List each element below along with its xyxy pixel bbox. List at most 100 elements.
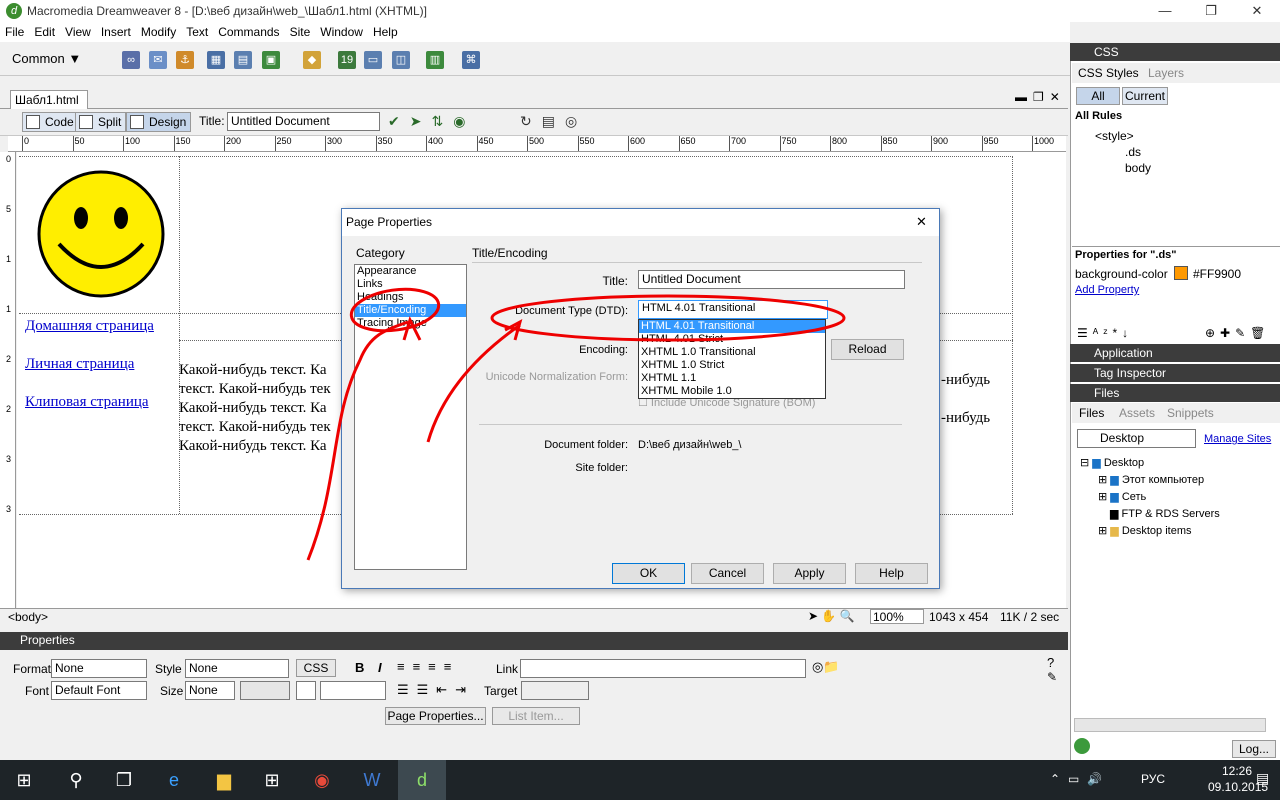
menu-site[interactable]: Site (285, 22, 316, 42)
templates-icon[interactable]: ▥ (426, 51, 444, 69)
document-window-controls[interactable]: ▬❐✕ (1015, 90, 1066, 104)
css-property-value[interactable]: #FF9900 (1193, 267, 1241, 281)
tag-chooser-icon[interactable]: ◫ (392, 51, 410, 69)
folder-icon[interactable]: ◎📁 (812, 659, 840, 675)
bold-button[interactable]: B (355, 660, 364, 675)
split-view-button[interactable]: Split (75, 112, 127, 132)
menu-view[interactable]: View (60, 22, 96, 42)
css-rule-ds[interactable]: .ds (1125, 145, 1141, 159)
italic-button[interactable]: I (378, 660, 382, 675)
category-headings[interactable]: Headings (355, 291, 466, 304)
menu-edit[interactable]: Edit (29, 22, 60, 42)
reload-button[interactable]: Reload (831, 339, 904, 360)
menu-window[interactable]: Window (315, 22, 368, 42)
windows-start-icon[interactable]: ⊞ (0, 760, 48, 800)
file-explorer-icon[interactable]: ▆ (200, 760, 248, 800)
dreamweaver-taskbar-icon[interactable]: d (398, 760, 446, 800)
files-panel-header[interactable]: Files (1070, 384, 1280, 402)
page-properties-button[interactable]: Page Properties... (385, 707, 486, 725)
nav-link-home[interactable]: Домашняя страница (25, 318, 154, 335)
css-rule-style[interactable]: <style> (1095, 129, 1134, 143)
dtd-select[interactable]: HTML 4.01 Transitional (638, 300, 828, 319)
email-link-icon[interactable]: ✉ (149, 51, 167, 69)
media-icon[interactable]: ◆ (303, 51, 321, 69)
ok-button[interactable]: OK (612, 563, 685, 584)
css-divider[interactable] (1072, 246, 1280, 247)
tree-item-ftp[interactable]: ▆ FTP & RDS Servers (1080, 506, 1220, 523)
connect-icon[interactable] (1074, 738, 1090, 754)
menu-file[interactable]: File (0, 22, 29, 42)
notifications-icon[interactable]: ▤ (1256, 770, 1269, 787)
menu-modify[interactable]: Modify (136, 22, 181, 42)
edge-icon[interactable]: e (150, 760, 198, 800)
help-icon[interactable]: ? (1047, 655, 1054, 670)
category-appearance[interactable]: Appearance (355, 265, 466, 278)
minimize-button[interactable]: — (1142, 0, 1188, 22)
list-indent-icons[interactable]: ☰☰⇤⇥ (397, 682, 474, 698)
hyperlink-icon[interactable]: ∞ (122, 51, 140, 69)
quick-tag-editor-icon[interactable]: ✎ (1047, 670, 1057, 684)
font-select[interactable]: Default Font (51, 681, 147, 700)
manage-sites-link[interactable]: Manage Sites (1204, 433, 1271, 445)
css-view-icons[interactable]: ☰ᴬᶻ*↓ (1077, 326, 1133, 340)
tag-icon[interactable]: ⌘ (462, 51, 480, 69)
align-icons[interactable]: ≡≡≡≡ (397, 659, 459, 674)
menu-commands[interactable]: Commands (213, 22, 284, 42)
target-select[interactable] (521, 681, 589, 700)
site-select[interactable]: Desktop (1077, 429, 1196, 448)
help-button[interactable]: Help (855, 563, 928, 584)
tab-snippets[interactable]: Snippets (1167, 406, 1214, 420)
tab-layers[interactable]: Layers (1148, 66, 1184, 80)
tab-assets[interactable]: Assets (1119, 406, 1155, 420)
close-button[interactable]: ✕ (1234, 0, 1280, 22)
dtd-option[interactable]: XHTML 1.1 (639, 372, 825, 385)
list-item-button[interactable]: List Item... (492, 707, 580, 725)
date-icon[interactable]: 19 (338, 51, 356, 69)
add-property-link[interactable]: Add Property (1075, 284, 1139, 296)
category-title-encoding[interactable]: Title/Encoding (355, 304, 466, 317)
task-view-icon[interactable]: ❐ (100, 760, 148, 800)
insert-category-dropdown[interactable]: Common ▼ (12, 51, 81, 66)
tree-item-desktop-items[interactable]: ⊞ ▆ Desktop items (1080, 523, 1220, 540)
size-select[interactable]: None (185, 681, 235, 700)
format-select[interactable]: None (51, 659, 147, 678)
css-action-icons[interactable]: ⊕✚✎🗑 (1205, 326, 1270, 340)
language-indicator[interactable]: РУС (1141, 772, 1165, 786)
log-button[interactable]: Log... (1232, 740, 1276, 758)
css-rule-body[interactable]: body (1125, 161, 1151, 175)
dtd-option[interactable]: XHTML Mobile 1.0 (639, 385, 825, 398)
color-input[interactable] (320, 681, 386, 700)
tab-files[interactable]: Files (1079, 406, 1104, 420)
tree-item-desktop[interactable]: ⊟ ▆ Desktop (1080, 455, 1220, 472)
dtd-option[interactable]: HTML 4.01 Transitional (639, 320, 825, 333)
nav-link-personal[interactable]: Личная страница (25, 356, 134, 373)
word-icon[interactable]: W (348, 760, 396, 800)
css-panel-header[interactable]: CSS (1070, 43, 1280, 61)
color-picker[interactable] (296, 681, 316, 700)
refresh-icon[interactable]: ↻▤◎ (520, 113, 600, 131)
image-icon[interactable]: ▣ (262, 51, 280, 69)
store-icon[interactable]: ⊞ (248, 760, 296, 800)
application-panel-header[interactable]: Application (1070, 344, 1280, 362)
tree-item-network[interactable]: ⊞ ▆ Сеть (1080, 489, 1220, 506)
files-hscrollbar[interactable] (1074, 718, 1266, 732)
tree-item-computer[interactable]: ⊞ ▆ Этот компьютер (1080, 472, 1220, 489)
css-property-name[interactable]: background-color (1075, 267, 1168, 281)
menu-insert[interactable]: Insert (96, 22, 136, 42)
size-unit-select[interactable] (240, 681, 290, 700)
dtd-option[interactable]: XHTML 1.0 Transitional (639, 346, 825, 359)
dialog-close-icon[interactable]: ✕ (916, 214, 927, 230)
color-swatch[interactable] (1174, 266, 1188, 280)
cancel-button[interactable]: Cancel (691, 563, 764, 584)
dtd-option[interactable]: XHTML 1.0 Strict (639, 359, 825, 372)
menu-text[interactable]: Text (181, 22, 213, 42)
link-input[interactable] (520, 659, 806, 678)
nav-link-clips[interactable]: Клиповая страница (25, 394, 149, 411)
dtd-option[interactable]: HTML 4.01 Strict (639, 333, 825, 346)
table-icon[interactable]: ▦ (207, 51, 225, 69)
chrome-icon[interactable]: ◉ (298, 760, 346, 800)
apply-button[interactable]: Apply (773, 563, 846, 584)
layer-icon[interactable]: ▤ (234, 51, 252, 69)
tag-inspector-panel-header[interactable]: Tag Inspector (1070, 364, 1280, 382)
dialog-title-input[interactable]: Untitled Document (638, 270, 905, 289)
